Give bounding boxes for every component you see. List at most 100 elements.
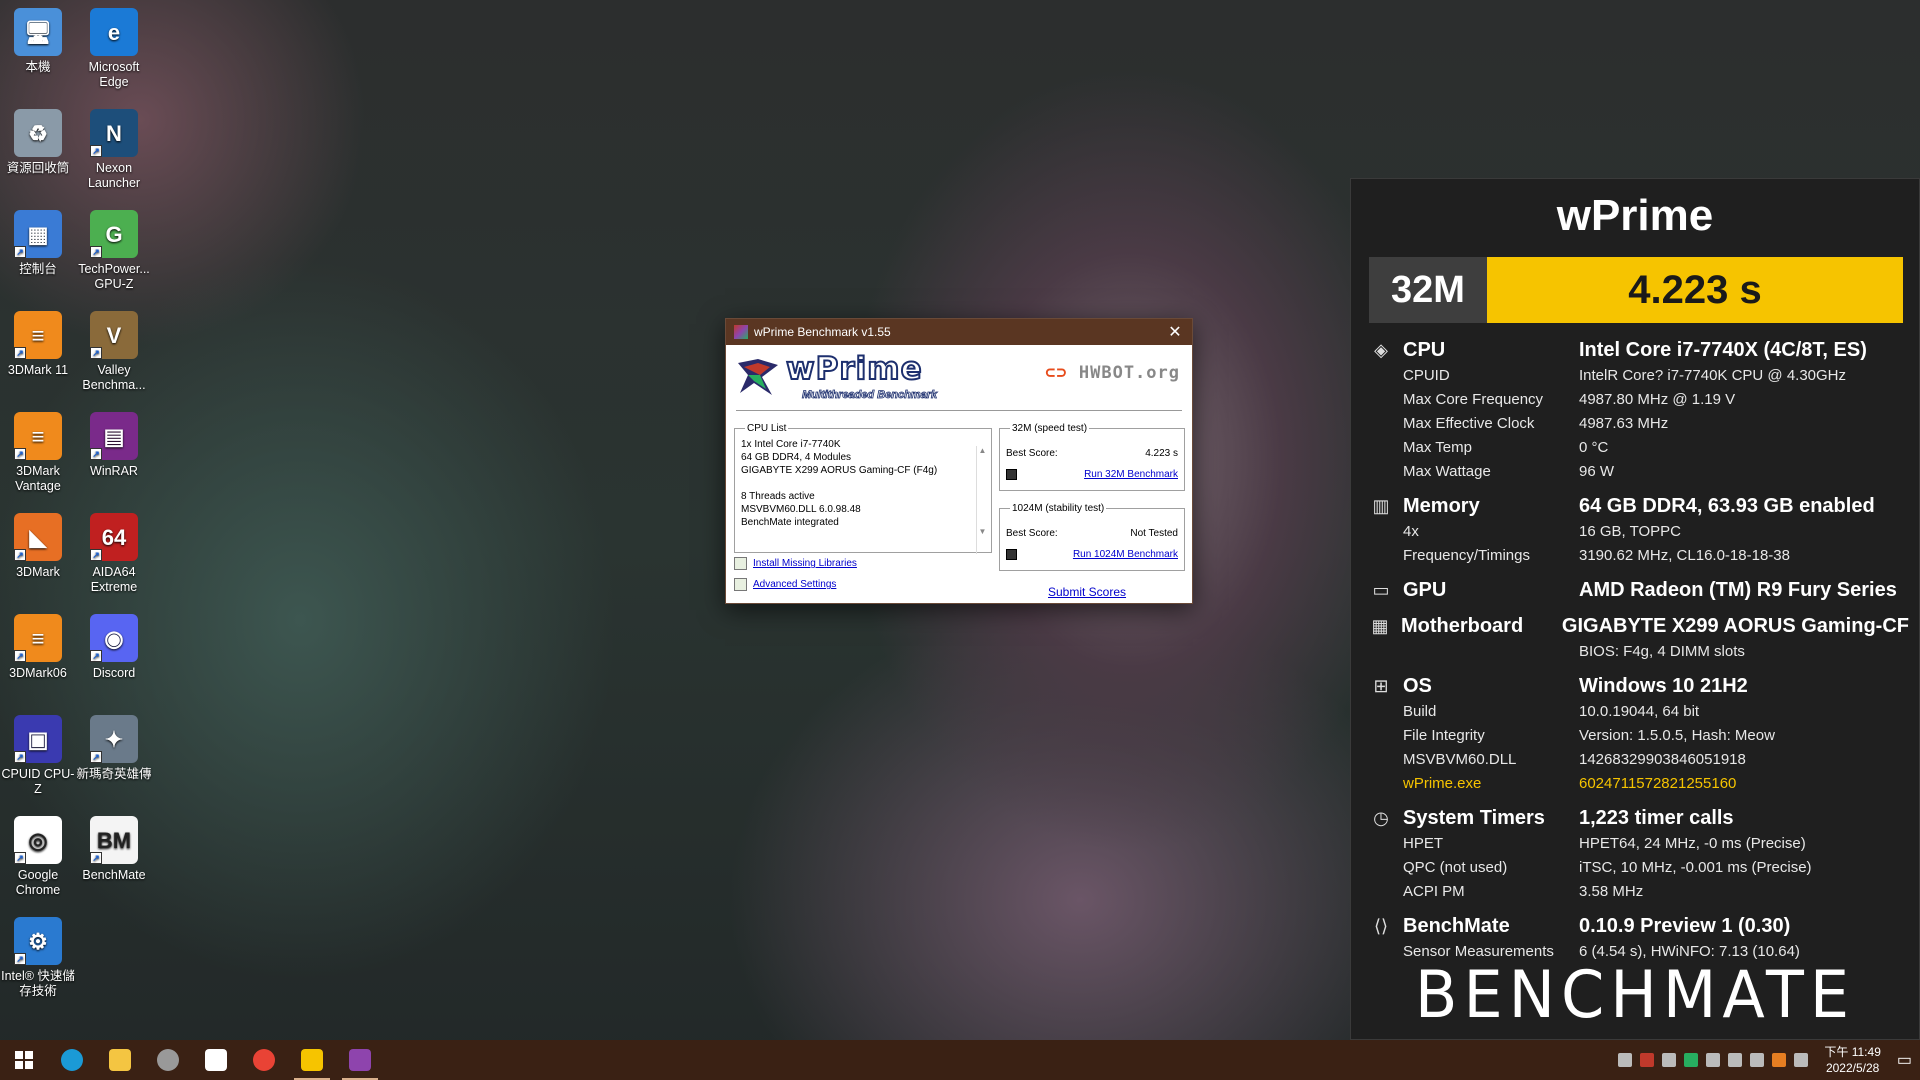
volume-icon[interactable] — [1750, 1053, 1765, 1067]
benchmate-icon: ⟨⟩ — [1373, 915, 1389, 936]
detail-value: 96 W — [1579, 462, 1615, 480]
benchmate-icon — [301, 1049, 323, 1071]
desktop-icon[interactable]: ▤ ↗ WinRAR — [76, 412, 152, 479]
section-header: ⟨⟩ BenchMate 0.10.9 Preview 1 (0.30) — [1369, 913, 1909, 939]
run-1024m-link[interactable]: Run 1024M Benchmark — [1073, 549, 1178, 560]
section-name: System Timers — [1403, 806, 1545, 829]
recycle-bin-icon: ♻ — [14, 109, 62, 157]
desktop-icon[interactable]: N ↗ Nexon Launcher — [76, 109, 152, 191]
desktop-icon[interactable]: 64 ↗ AIDA64 Extreme — [76, 513, 152, 595]
run-32m-link[interactable]: Run 32M Benchmark — [1084, 469, 1178, 480]
section-value: 0.10.9 Preview 1 (0.30) — [1579, 914, 1791, 937]
gpu-icon: ▭ — [1372, 579, 1390, 600]
section-gpu: ▭ GPU AMD Radeon (TM) R9 Fury Series — [1369, 577, 1909, 603]
cpu-list-legend: CPU List — [747, 423, 787, 434]
desktop-icon[interactable]: ◣ ↗ 3DMark — [0, 513, 76, 580]
taskbar-wprime-button[interactable] — [336, 1040, 384, 1080]
detail-key: MSVBVM60.DLL — [1403, 750, 1517, 768]
section-value: AMD Radeon (TM) R9 Fury Series — [1579, 578, 1897, 601]
3dmark06-icon: ≡ ↗ — [14, 614, 62, 662]
desktop-icon[interactable]: ▦ ↗ 控制台 — [0, 210, 76, 277]
taskbar-edge-button[interactable] — [48, 1040, 96, 1080]
cpu-list-line: 1x Intel Core i7-7740K — [741, 439, 841, 450]
taskbar-explorer-button[interactable] — [96, 1040, 144, 1080]
tray-icon[interactable] — [1706, 1053, 1721, 1067]
desktop-icon[interactable]: ▣ ↗ CPUID CPU-Z — [0, 715, 76, 797]
detail-row: BIOS: F4g, 4 DIMM slots — [1369, 639, 1909, 663]
install-libraries-link[interactable]: Install Missing Libraries — [753, 558, 857, 569]
wprime-logo-subtitle: Multithreaded Benchmark — [802, 389, 938, 402]
taskbar-store-button[interactable] — [192, 1040, 240, 1080]
advanced-settings-link[interactable]: Advanced Settings — [753, 579, 836, 590]
cpu-list-text[interactable]: 1x Intel Core i7-7740K 64 GB DDR4, 4 Modu… — [741, 438, 985, 529]
detail-value: 3190.62 MHz, CL16.0-18-18-38 — [1579, 546, 1790, 564]
tray-icon[interactable] — [1772, 1053, 1787, 1067]
section-value: 1,223 timer calls — [1579, 806, 1734, 829]
edge-icon: e — [90, 8, 138, 56]
detail-value: Version: 1.5.0.5, Hash: Meow — [1579, 726, 1775, 744]
desktop-icon-label: 資源回收筒 — [6, 161, 70, 175]
3dmark-icon: ◣ ↗ — [14, 513, 62, 561]
detail-value: iTSC, 10 MHz, -0.001 ms (Precise) — [1579, 858, 1812, 876]
speed-test-group: 32M (speed test) Best Score: 4.223 s Run… — [999, 423, 1185, 491]
speed-test-legend: 32M (speed test) — [1012, 423, 1088, 434]
desktop-icon[interactable]: ≡ ↗ 3DMark06 — [0, 614, 76, 681]
taskbar-chrome-button[interactable] — [240, 1040, 288, 1080]
wrench-icon — [734, 578, 747, 591]
benchmark-title: wPrime — [1556, 191, 1714, 240]
desktop-icon[interactable]: e Microsoft Edge — [76, 8, 152, 90]
taskbar-media-button[interactable] — [144, 1040, 192, 1080]
network-icon[interactable] — [1728, 1053, 1743, 1067]
desktop-icon[interactable]: ✦ ↗ 新瑪奇英雄傳 — [76, 715, 152, 782]
tray-icon[interactable] — [1640, 1053, 1655, 1067]
desktop-icon[interactable]: V ↗ Valley Benchma... — [76, 311, 152, 393]
desktop-icon-label: Intel® 快速儲存技術 — [1, 969, 75, 998]
close-icon[interactable]: ✕ — [1158, 319, 1192, 345]
valley-icon: V ↗ — [90, 311, 138, 359]
section-value: 64 GB DDR4, 63.93 GB enabled — [1579, 494, 1875, 517]
start-icon — [15, 1051, 33, 1069]
section-name: CPU — [1403, 338, 1446, 361]
clock-date: 2022/5/28 — [1825, 1061, 1880, 1075]
cpu-list-line: 8 Threads active — [741, 491, 815, 502]
computer-icon: 🖥 — [14, 8, 62, 56]
tray-icon[interactable] — [1618, 1053, 1633, 1067]
notification-icon[interactable]: ▭ — [1897, 1050, 1912, 1070]
section-name: OS — [1403, 674, 1432, 697]
desktop-icon[interactable]: ◉ ↗ Discord — [76, 614, 152, 681]
desktop-icon[interactable]: G ↗ TechPower... GPU-Z — [76, 210, 152, 292]
desktop-icon[interactable]: ♻ 資源回收筒 — [0, 109, 76, 176]
detail-row: HPET HPET64, 24 MHz, -0 ms (Precise) — [1369, 831, 1909, 855]
hwbot-logo[interactable]: ⊂⊃ HWBOT.org — [1045, 363, 1180, 383]
taskbar-start-button[interactable] — [0, 1040, 48, 1080]
system-tray: 下午 11:49 2022/5/28 ▭ — [1618, 1044, 1920, 1076]
wprime-titlebar[interactable]: wPrime Benchmark v1.55 ✕ — [726, 319, 1192, 345]
cpu-list-group: CPU List 1x Intel Core i7-7740K 64 GB DDR… — [734, 423, 992, 554]
best-score-label-1024m: Best Score: — [1006, 528, 1058, 539]
detail-value: BIOS: F4g, 4 DIMM slots — [1579, 642, 1745, 660]
desktop-icon[interactable]: ≡ ↗ 3DMark Vantage — [0, 412, 76, 494]
desktop-icon[interactable]: BM ↗ BenchMate — [76, 816, 152, 883]
desktop-icon-label: 3DMark 11 — [7, 363, 69, 377]
section-header: ▭ GPU AMD Radeon (TM) R9 Fury Series — [1369, 577, 1909, 603]
3dmark11-icon: ≡ ↗ — [14, 311, 62, 359]
desktop-icon[interactable]: ≡ ↗ 3DMark 11 — [0, 311, 76, 378]
floppy-icon — [1006, 469, 1017, 480]
clock[interactable]: 下午 11:49 2022/5/28 — [1824, 1044, 1880, 1076]
tray-icon[interactable] — [1794, 1053, 1809, 1067]
desktop-icon[interactable]: ⚙ ↗ Intel® 快速儲存技術 — [0, 917, 76, 999]
section-value: Windows 10 21H2 — [1579, 674, 1748, 697]
submit-scores-link[interactable]: Submit Scores — [1048, 585, 1126, 599]
taskbar-benchmate-button[interactable] — [288, 1040, 336, 1080]
desktop-icon[interactable]: 🖥 本機 — [0, 8, 76, 75]
section-name: BenchMate — [1403, 914, 1510, 937]
benchmate-icon: BM ↗ — [90, 816, 138, 864]
score-bar: 32M 4.223 s — [1369, 257, 1903, 323]
score-value: 4.223 s — [1487, 257, 1903, 323]
tray-icon[interactable] — [1662, 1053, 1677, 1067]
cpu-list-scrollbar[interactable]: ▲ ▼ — [976, 446, 988, 554]
detail-row: Max Effective Clock 4987.63 MHz — [1369, 411, 1909, 435]
desktop-icon[interactable]: ◎ ↗ Google Chrome — [0, 816, 76, 898]
tray-icon[interactable] — [1684, 1053, 1699, 1067]
media-icon — [157, 1049, 179, 1071]
